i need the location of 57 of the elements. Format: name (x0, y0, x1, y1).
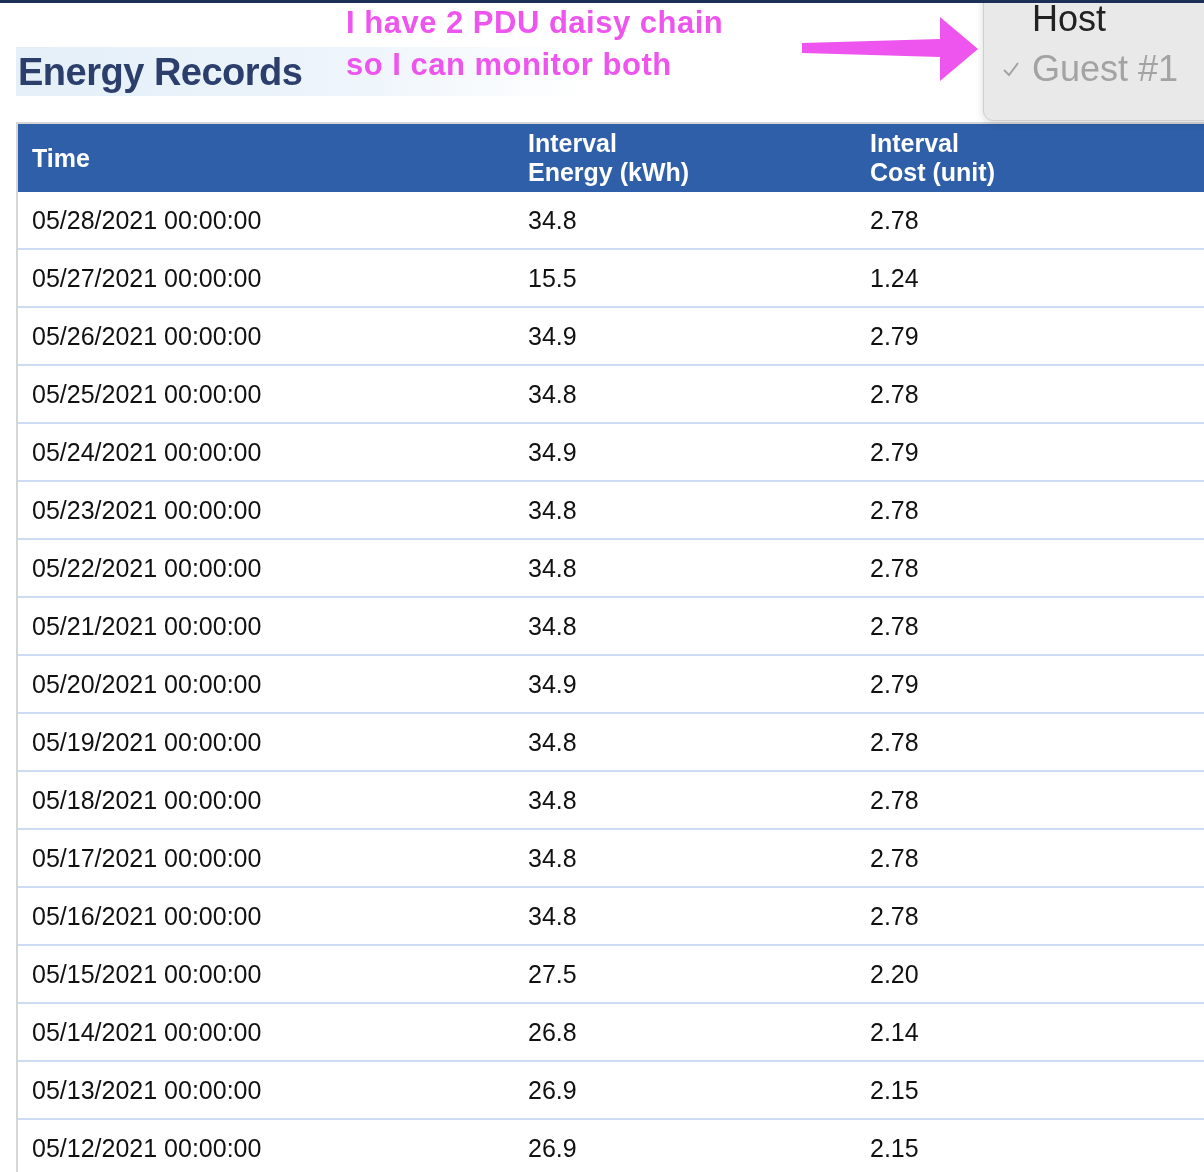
table-cell-text: 05/24/2021 00:00:00 (32, 437, 263, 467)
table-cell-text: 05/18/2021 00:00:00 (32, 785, 263, 815)
table-cell-text: 2.15 (870, 1133, 920, 1163)
table-cell-text: 34.9 (528, 437, 578, 467)
table-cell-text: 34.8 (528, 727, 578, 757)
table-cell-text: 34.8 (528, 553, 578, 583)
table-cell-text: 34.9 (528, 669, 578, 699)
table-cell-text: 34.8 (528, 901, 578, 931)
table-cell-text: 2.78 (870, 785, 920, 815)
table-cell-text: 26.9 (528, 1075, 578, 1105)
table-cell-text: 34.8 (528, 843, 578, 873)
table-cell-text: 2.78 (870, 727, 920, 757)
table-cell-text: 2.20 (870, 959, 920, 989)
annotation-text: so I can monitor both (346, 47, 673, 83)
table-cell-text: 2.79 (870, 321, 920, 351)
table-cell-text: 05/15/2021 00:00:00 (32, 959, 263, 989)
table-cell-text: 2.78 (870, 611, 920, 641)
table-cell-text: 34.9 (528, 321, 578, 351)
table-cell-text: 2.14 (870, 1017, 920, 1047)
table-cell-text: 05/12/2021 00:00:00 (32, 1133, 263, 1163)
table-cell-text: 27.5 (528, 959, 578, 989)
table-cell-text: 34.8 (528, 785, 578, 815)
table-cell-text: 26.9 (528, 1133, 578, 1163)
table-cell-text: 05/27/2021 00:00:00 (32, 263, 263, 293)
table-cell-text: 05/14/2021 00:00:00 (32, 1017, 263, 1047)
column-header: Interval Energy (kWh) (528, 129, 691, 187)
table-cell-text: 34.8 (528, 495, 578, 525)
table-cell-text: 05/26/2021 00:00:00 (32, 321, 263, 351)
table-cell-text: 2.78 (870, 843, 920, 873)
table-cell-text: 05/23/2021 00:00:00 (32, 495, 263, 525)
table-cell-text: 1.24 (870, 263, 920, 293)
menu-item[interactable]: Host (1002, 3, 1204, 40)
table-cell-text: 05/20/2021 00:00:00 (32, 669, 263, 699)
table-cell-text: 2.79 (870, 437, 920, 467)
table-cell-text: 2.15 (870, 1075, 920, 1105)
table-cell-text: 34.8 (528, 611, 578, 641)
table-cell-text: 2.78 (870, 553, 920, 583)
table-cell-text: 34.8 (528, 379, 578, 409)
column-header: Interval Cost (unit) (870, 129, 996, 187)
table-cell-text: 05/25/2021 00:00:00 (32, 379, 263, 409)
table-cell-text: 2.78 (870, 901, 920, 931)
table-cell-text: 2.78 (870, 205, 920, 235)
annotation-text: I have 2 PDU daisy chain (346, 5, 724, 41)
column-header: Time (32, 143, 91, 173)
table-cell-text: 05/17/2021 00:00:00 (32, 843, 263, 873)
table-cell-text: 05/19/2021 00:00:00 (32, 727, 263, 757)
table-cell-text: 2.79 (870, 669, 920, 699)
table-cell-text: 05/22/2021 00:00:00 (32, 553, 263, 583)
table-cell-text: 05/16/2021 00:00:00 (32, 901, 263, 931)
table-cell-text: 2.78 (870, 379, 920, 409)
table-cell-text: 34.8 (528, 205, 578, 235)
table-cell-text: 05/21/2021 00:00:00 (32, 611, 263, 641)
table-cell-text: 05/28/2021 00:00:00 (32, 205, 263, 235)
table-cell-text: 2.78 (870, 495, 920, 525)
table-cell-text: 05/13/2021 00:00:00 (32, 1075, 263, 1105)
table-cell-text: 15.5 (528, 263, 578, 293)
table-cell-text: 26.8 (528, 1017, 578, 1047)
